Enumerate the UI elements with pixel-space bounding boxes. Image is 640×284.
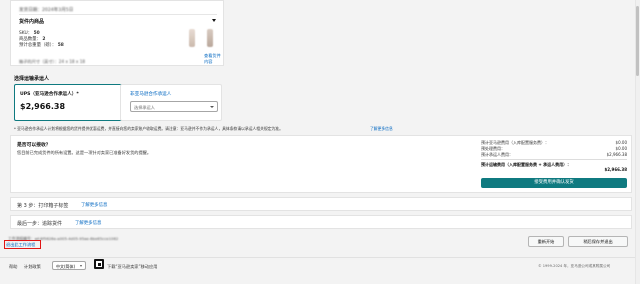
ready-description: 您目前已完成货件的所有设置。这是一项针对卖家已准备好发货的提醒。 [17,150,152,155]
product-thumbnail [189,29,195,47]
step3-label: 第 3 步：打印箱子标签 [17,202,69,209]
scrollbar-thumb[interactable] [636,6,639,76]
contents-label: 货件内商品 [19,19,45,25]
footer-help-link[interactable]: 帮助 [9,264,17,270]
dims-label: 箱子的尺寸（英寸）： [19,59,59,64]
step3-learn-more-link[interactable]: 了解更多信息 [81,202,107,208]
contents-header[interactable]: 货件内商品 [19,18,44,25]
total-fees-row: 预计运输费用（入库配置服务费 + 承运人费用）： $2,966.38 [481,162,627,172]
total-fees-label: 预计运输费用（入库配置服务费 + 承运人费用）： [481,162,572,167]
product-thumbnail [207,29,213,47]
carrier-learn-more-link[interactable]: 了解更多信息 [370,126,393,132]
total-fees-value: $2,966.38 [604,167,627,172]
divider [19,14,217,15]
step4-card: 最后一步：追踪货件 了解更多信息 [10,215,632,229]
chevron-down-icon [80,265,82,267]
mobile-app-link[interactable]: 下载“亚马逊卖家”移动应用 [107,264,157,270]
summary-card: 是否可以接收？ 您目前已完成货件的所有设置。这是一项针对卖家已准备好发货的提醒。… [10,135,632,193]
ups-carrier-option[interactable]: UPS（亚马逊合作承运人）* $2,966.38 [14,84,131,121]
step4-learn-more-link[interactable]: 了解更多信息 [75,220,101,226]
dims-value: 24 x 18 x 18 [58,59,86,64]
language-select-value: 中文(简体) [56,263,76,269]
carrier-disclaimer: * 亚马逊合作承运人计划将根据您的货件提供优惠运费，并直接向您的卖家账户收取运费… [14,126,424,132]
carrier-select-placeholder: 选择承运人 [134,105,155,110]
ups-carrier-title: UPS（亚马逊合作承运人）* [20,92,79,97]
divider [481,159,627,160]
qr-code-icon [94,259,104,269]
dims-row: 箱子的尺寸（英寸）：24 x 18 x 18 [19,59,85,65]
scrollbar-track[interactable] [635,0,640,284]
carrier-disclaimer-text: * 亚马逊合作承运人计划将根据您的货件提供优惠运费，并直接向您的卖家账户收取运费… [14,126,283,131]
carrier-select[interactable]: 选择承运人 [130,101,218,112]
view-contents-link[interactable]: 查看货件内容 [204,53,223,65]
chevron-down-icon[interactable] [212,19,216,22]
carrier-fees-row: 预计承运人费用： $2,966.38 [481,152,627,158]
step4-label: 最后一步：追踪货件 [17,220,63,227]
ready-title: 是否可以接收？ [17,143,51,148]
accept-charges-button[interactable]: 接受费用并确认发货 [481,178,627,188]
shipment-info-card: 发货日期：2024年3月5日 货件内商品 SKU： 50 商品数量： 2 预计总… [10,0,224,66]
chevron-down-icon [210,106,214,108]
restart-button[interactable]: 重新开始 [528,236,564,247]
ship-date-row: 发货日期：2024年3月5日 [19,7,73,13]
non-partner-carrier-option[interactable]: 非亚马逊合作承运人 选择承运人 [120,84,222,121]
ship-date-label: 发货日期： [19,8,42,13]
fees-breakdown: 预计亚马逊费用（入库配置服务费）： $0.00 预处理费用： $0.00 预计承… [481,140,627,172]
weight-label: 预计总重量（磅）： [19,43,57,48]
copyright: © 1999-2024 年，亚马逊公司或其附属公司 [538,264,611,268]
exit-workflow-link[interactable]: 退出此工作流程 [6,242,35,248]
carrier-fees-label: 预计承运人费用： [481,152,513,157]
non-partner-carrier-title: 非亚马逊合作承运人 [130,92,172,97]
weight-value: 58 [57,43,64,48]
page: { "shipment": { "ship_date_label": "发货日期… [0,0,640,284]
carrier-fees-value: $2,966.38 [606,152,627,157]
ups-carrier-price: $2,966.38 [20,102,66,111]
ship-date-value: 2024年3月5日 [41,8,74,13]
save-exit-button[interactable]: 稍后保存并退出 [568,236,628,247]
boxes-row: 预计总重量（磅）： 58 [19,42,64,48]
footer-bar [0,257,636,258]
step3-card: 第 3 步：打印箱子标签 了解更多信息 [10,197,632,211]
language-select[interactable]: 中文(简体) [52,261,86,270]
footer-privacy-link[interactable]: 计划政策 [24,264,41,270]
carrier-section-title: 选择运输承运人 [14,76,50,82]
